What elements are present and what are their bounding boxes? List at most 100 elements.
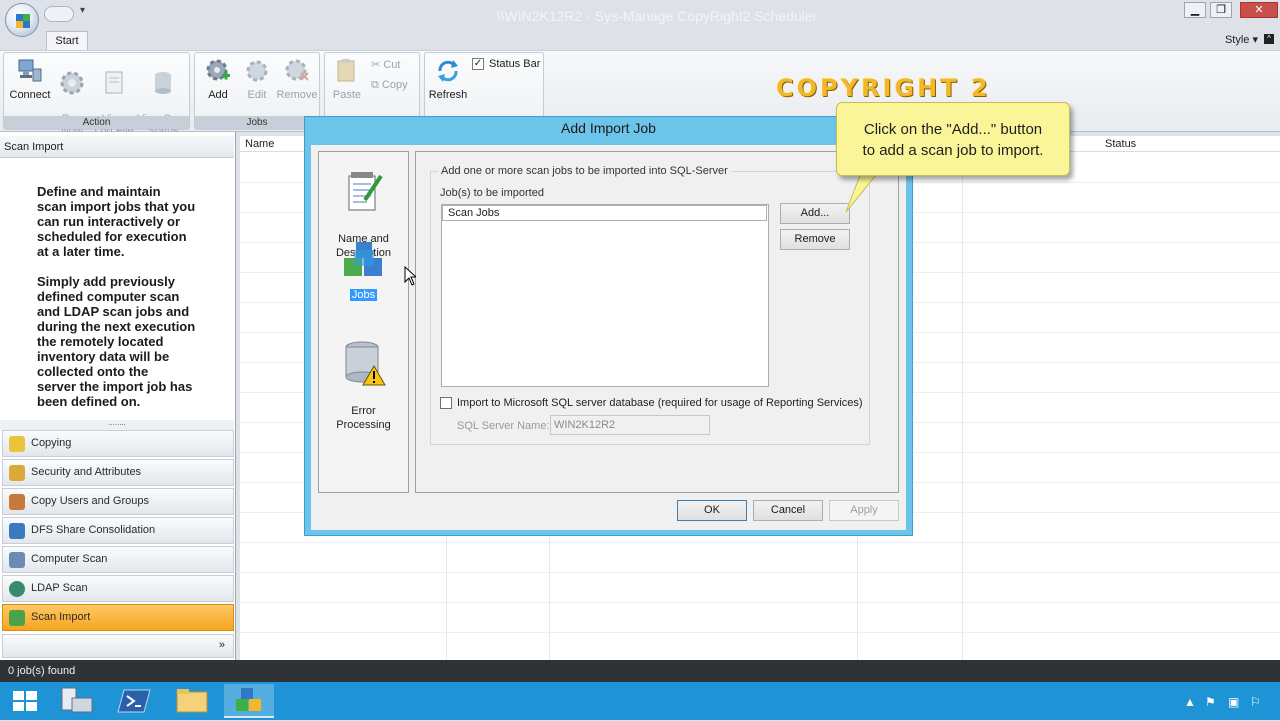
nav-error-processing[interactable]: Error Processing xyxy=(319,326,408,432)
copy-label: Copy xyxy=(381,79,408,91)
ribbon-group-action: Connect Run Now View Log File View Scan … xyxy=(3,52,190,137)
refresh-icon xyxy=(438,60,458,82)
grid-row-line xyxy=(240,572,1280,573)
ok-button[interactable]: OK xyxy=(677,500,747,521)
brand-watermark: COPYRIGHT 2 xyxy=(776,74,991,102)
nav-jobs[interactable]: Jobs xyxy=(319,240,408,302)
database-icon xyxy=(155,72,171,94)
copying-icon xyxy=(9,436,25,452)
chevron-down-icon: » xyxy=(218,639,225,651)
column-name[interactable]: Name xyxy=(245,138,274,150)
dialog-title: Add Import Job xyxy=(561,120,656,136)
ribbon-group-label-jobs: Jobs xyxy=(195,116,319,129)
powershell-icon xyxy=(117,689,151,713)
taskbar-server-manager[interactable] xyxy=(52,684,102,718)
style-menu[interactable]: Style ▾ xyxy=(1225,33,1258,46)
nav-item-scan-import[interactable]: Scan Import xyxy=(2,604,234,631)
copyright2-app-icon xyxy=(236,688,261,711)
status-bar-checkbox[interactable]: ✓ xyxy=(472,58,484,70)
grid-divider xyxy=(962,152,963,660)
start-button[interactable] xyxy=(0,684,50,718)
add-button[interactable]: Add... xyxy=(780,203,850,224)
left-panel-header: Scan Import xyxy=(0,136,234,158)
nav-error-processing-label: Error Processing xyxy=(336,405,391,431)
nav-item-copy-users[interactable]: Copy Users and Groups xyxy=(2,488,234,515)
grid-row-line xyxy=(240,632,1280,633)
nav-item-security[interactable]: Security and Attributes xyxy=(2,459,234,486)
remove-gear-icon xyxy=(285,59,309,81)
nav-item-ldap-scan[interactable]: LDAP Scan xyxy=(2,575,234,602)
nav-label: DFS Share Consolidation xyxy=(31,524,156,536)
close-button[interactable]: ✕ xyxy=(1240,2,1278,18)
cut-button[interactable]: ✂ Cut xyxy=(371,58,400,71)
grid-row-line xyxy=(240,602,1280,603)
scan-import-icon xyxy=(9,610,25,626)
groupbox-title: Add one or more scan jobs to be imported… xyxy=(438,165,731,177)
copy-button[interactable]: ⧉ Copy xyxy=(371,79,408,92)
edit-job-button[interactable]: Edit xyxy=(239,57,275,101)
folder-icon xyxy=(176,689,208,713)
window-title: \\WIN2K12R2 - Sys-Manage CopyRight2 Sche… xyxy=(496,8,818,24)
users-icon xyxy=(9,494,25,510)
connect-icon xyxy=(18,59,42,82)
add-job-label: Add xyxy=(208,89,228,101)
nav-label: Computer Scan xyxy=(31,553,108,565)
column-scan-jobs[interactable]: Scan Jobs xyxy=(442,205,767,221)
taskbar-powershell[interactable] xyxy=(110,684,160,718)
security-icon xyxy=(9,465,25,481)
add-gear-icon xyxy=(206,59,230,81)
callout-text: Click on the "Add..." button to add a sc… xyxy=(862,121,1044,159)
tray-flag-icon[interactable]: ⚐ xyxy=(1250,695,1261,709)
ribbon-group-label-action: Action xyxy=(4,116,189,129)
nav-label: Copy Users and Groups xyxy=(31,495,149,507)
panel-splitter[interactable]: ........ xyxy=(0,419,234,430)
ribbon-collapse-icon[interactable]: ^ xyxy=(1264,34,1274,44)
ribbon-tab-bar xyxy=(0,30,1280,50)
callout-pointer xyxy=(845,170,881,213)
cut-label: Cut xyxy=(383,59,401,71)
connect-button[interactable]: Connect xyxy=(7,57,53,101)
nav-item-dfs[interactable]: DFS Share Consolidation xyxy=(2,517,234,544)
minimize-button[interactable]: ▁ xyxy=(1184,2,1206,18)
connect-label: Connect xyxy=(9,89,51,101)
jobs-to-import-label: Job(s) to be imported xyxy=(440,187,544,199)
edit-job-label: Edit xyxy=(247,89,267,101)
import-sql-checkbox[interactable] xyxy=(440,397,452,409)
sql-server-name-field[interactable]: WIN2K12R2 xyxy=(550,415,710,435)
nav-item-copying[interactable]: Copying xyxy=(2,430,234,457)
column-status[interactable]: Status xyxy=(1105,138,1136,150)
application-menu-button[interactable] xyxy=(5,3,39,37)
remove-button[interactable]: Remove xyxy=(780,229,850,250)
mouse-cursor-icon xyxy=(404,266,416,286)
status-bar-label: Status Bar xyxy=(489,58,541,70)
nav-label: Security and Attributes xyxy=(31,466,142,478)
tray-action-center-icon[interactable]: ⚑ xyxy=(1205,695,1216,709)
taskbar-file-explorer[interactable] xyxy=(167,684,217,718)
apply-button[interactable]: Apply xyxy=(829,500,899,521)
nav-item-computer-scan[interactable]: Computer Scan xyxy=(2,546,234,573)
paste-button[interactable]: Paste xyxy=(329,57,365,101)
database-warning-icon xyxy=(345,341,386,386)
tray-network-icon[interactable]: ▣ xyxy=(1228,695,1239,709)
taskbar-copyright2[interactable] xyxy=(224,684,274,718)
remove-job-button[interactable]: Remove xyxy=(275,57,319,101)
ldap-icon xyxy=(9,581,25,597)
import-sql-label: Import to Microsoft SQL server database … xyxy=(457,397,863,409)
jobs-list[interactable] xyxy=(441,204,769,387)
tab-start[interactable]: Start xyxy=(46,31,88,50)
add-job-button[interactable]: Add xyxy=(199,57,237,101)
nav-label: LDAP Scan xyxy=(31,582,88,594)
maximize-button[interactable]: ❐ xyxy=(1210,2,1232,18)
status-bar: 0 job(s) found xyxy=(0,660,1280,682)
cancel-button[interactable]: Cancel xyxy=(753,500,823,521)
gear-icon xyxy=(60,71,84,95)
app-logo-icon xyxy=(16,14,30,28)
nav-overflow-button[interactable]: » xyxy=(2,634,234,658)
nav-label: Copying xyxy=(31,437,72,449)
refresh-button[interactable]: Refresh xyxy=(427,57,469,101)
tray-overflow-icon[interactable]: ▲ xyxy=(1184,695,1196,709)
sql-server-name-label: SQL Server Name: xyxy=(457,420,550,432)
edit-gear-icon xyxy=(246,60,268,82)
grid-row-line xyxy=(240,542,1280,543)
jobs-cubes-icon xyxy=(343,242,382,276)
